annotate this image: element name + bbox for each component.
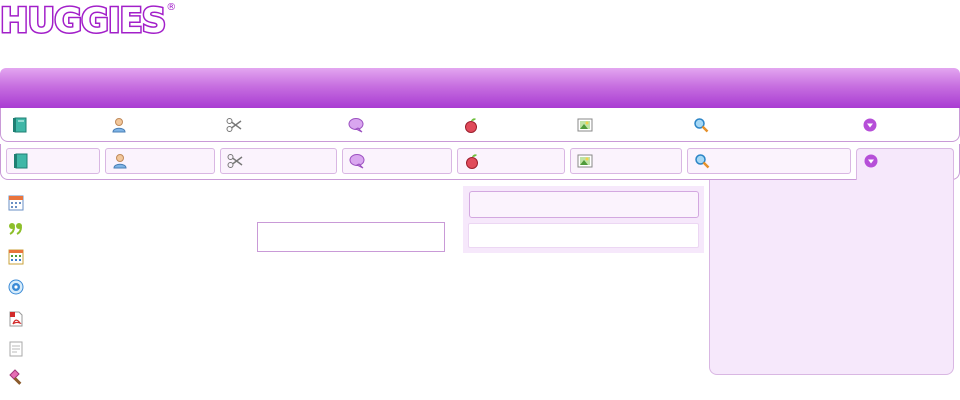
primary-toolbar	[0, 108, 960, 142]
picture-icon[interactable]	[577, 117, 593, 133]
scissors-icon[interactable]	[226, 117, 242, 133]
calendar-grid-icon[interactable]	[8, 249, 24, 265]
dropdown-arrow-icon[interactable]	[863, 118, 877, 132]
apple-button[interactable]	[457, 148, 565, 174]
header-bar	[0, 68, 960, 109]
pdf-icon[interactable]	[8, 311, 24, 327]
dropdown-panel	[709, 180, 954, 375]
target-icon[interactable]	[8, 279, 24, 295]
speech-bubble-icon	[349, 153, 365, 169]
search-icon[interactable]	[693, 117, 709, 133]
document-icon[interactable]	[8, 341, 24, 357]
book-button[interactable]	[6, 148, 100, 174]
dropdown-arrow-icon	[864, 154, 878, 168]
scissors-icon	[227, 153, 243, 169]
form-panel	[463, 186, 704, 253]
quote-icon[interactable]	[8, 221, 24, 237]
text-input[interactable]	[257, 222, 445, 252]
logo-text: HUGGIES	[0, 1, 168, 42]
search-icon	[694, 153, 710, 169]
book-icon[interactable]	[12, 117, 28, 133]
book-icon	[13, 153, 29, 169]
brush-icon[interactable]	[8, 369, 24, 385]
user-icon	[112, 153, 128, 169]
huggies-logo: HUGGIES ®	[0, 1, 177, 42]
calendar-icon[interactable]	[8, 195, 24, 211]
speech-bubble-icon[interactable]	[348, 117, 364, 133]
form-text-field[interactable]	[468, 223, 699, 248]
user-button[interactable]	[105, 148, 215, 174]
apple-icon[interactable]	[463, 117, 479, 133]
user-icon[interactable]	[111, 117, 127, 133]
search-button[interactable]	[687, 148, 851, 174]
apple-icon	[464, 153, 480, 169]
select-box[interactable]	[469, 191, 699, 218]
dropdown-toggle-button[interactable]	[856, 148, 954, 182]
scissors-button[interactable]	[220, 148, 337, 174]
registered-mark: ®	[166, 2, 177, 13]
picture-button[interactable]	[570, 148, 682, 174]
picture-icon	[577, 153, 593, 169]
speech-bubble-button[interactable]	[342, 148, 452, 174]
